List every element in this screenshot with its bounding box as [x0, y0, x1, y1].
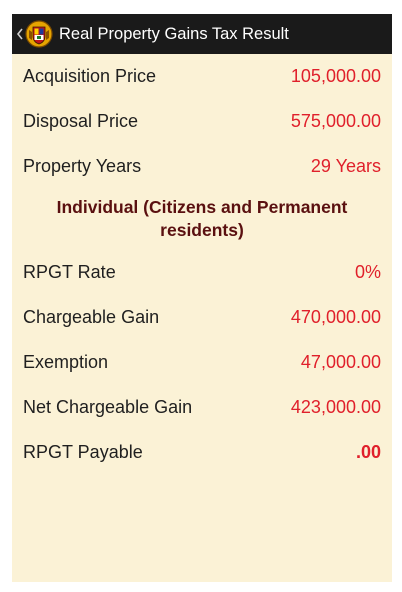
disposal-price-row: Disposal Price 575,000.00 — [12, 99, 392, 144]
disposal-price-label: Disposal Price — [23, 111, 139, 131]
net-chargeable-gain-value: 423,000.00 — [290, 397, 381, 417]
exemption-value: 47,000.00 — [300, 352, 381, 372]
chargeable-gain-label: Chargeable Gain — [23, 307, 160, 327]
rpgt-payable-label: RPGT Payable — [23, 442, 143, 462]
chargeable-gain-value: 470,000.00 — [290, 307, 381, 327]
action-bar: Real Property Gains Tax Result — [12, 14, 392, 54]
acquisition-price-label: Acquisition Price — [23, 66, 157, 86]
disposal-price-value: 575,000.00 — [290, 111, 381, 131]
category-heading: Individual (Citizens and Permanent resid… — [56, 197, 348, 240]
rpgt-payable-row: RPGT Payable .00 — [12, 430, 392, 475]
property-years-row: Property Years 29 Years — [12, 144, 392, 189]
rpgt-rate-row: RPGT Rate 0% — [12, 250, 392, 295]
chargeable-gain-row: Chargeable Gain 470,000.00 — [12, 295, 392, 340]
app-crest-logo[interactable] — [25, 20, 53, 48]
property-years-label: Property Years — [23, 156, 142, 176]
chevron-left-icon[interactable] — [15, 14, 25, 54]
property-years-value: 29 Years — [310, 156, 381, 176]
acquisition-price-value: 105,000.00 — [290, 66, 381, 86]
exemption-label: Exemption — [23, 352, 109, 372]
exemption-row: Exemption 47,000.00 — [12, 340, 392, 385]
app-screen: Real Property Gains Tax Result Acquisiti… — [12, 14, 392, 582]
rpgt-rate-value: 0% — [354, 262, 381, 282]
result-list: Acquisition Price 105,000.00 Disposal Pr… — [12, 54, 392, 475]
rpgt-rate-label: RPGT Rate — [23, 262, 116, 282]
acquisition-price-row: Acquisition Price 105,000.00 — [12, 54, 392, 99]
net-chargeable-gain-label: Net Chargeable Gain — [23, 397, 193, 417]
rpgt-payable-value: .00 — [355, 442, 381, 462]
page-title: Real Property Gains Tax Result — [59, 24, 289, 43]
net-chargeable-gain-row: Net Chargeable Gain 423,000.00 — [12, 385, 392, 430]
